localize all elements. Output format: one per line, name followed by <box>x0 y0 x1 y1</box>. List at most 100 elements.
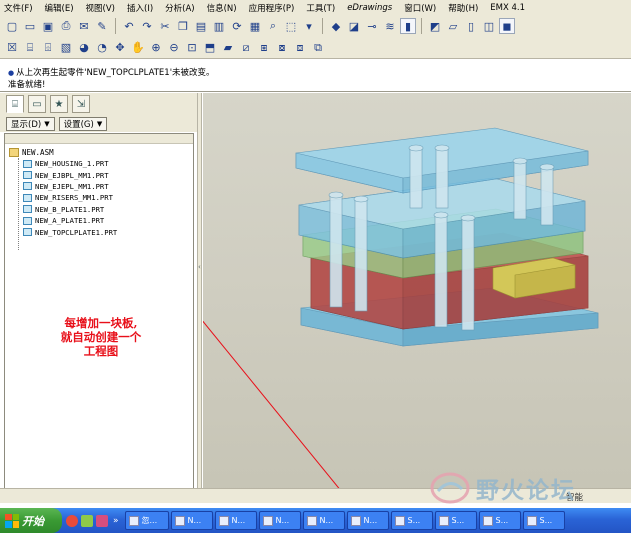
zoom-in-icon[interactable]: ⊕ <box>148 40 164 56</box>
paste-special-icon[interactable]: ▥ <box>211 18 227 34</box>
cut-icon[interactable]: ✂ <box>157 18 173 34</box>
model-tree-header <box>5 134 193 144</box>
tree-item-label: NEW_B_PLATE1.PRT <box>35 204 105 214</box>
taskbar-button[interactable]: N... <box>346 511 389 530</box>
tree-item[interactable]: NEW_EJEPL_MM1.PRT <box>23 181 117 192</box>
tab-favorites-icon[interactable]: ★ <box>50 95 68 113</box>
quick-launch-app-icon[interactable] <box>96 514 108 527</box>
tree-item[interactable]: NEW_HOUSING_1.PRT <box>23 158 117 169</box>
datum-points-icon[interactable]: ⧆ <box>256 40 272 56</box>
menu-applications[interactable]: 应用程序(P) <box>249 2 295 14</box>
taskbar-button[interactable]: S... <box>390 511 433 530</box>
quick-launch-app-icon[interactable] <box>66 514 78 527</box>
shading-icon[interactable]: ◼ <box>499 18 515 34</box>
menu-insert[interactable]: 插入(I) <box>127 2 153 14</box>
taskbar-button[interactable]: N... <box>214 511 257 530</box>
menu-edrawings[interactable]: eDrawings <box>347 3 392 13</box>
appearance-icon[interactable]: ▧ <box>58 40 74 56</box>
reorient-icon[interactable]: ⬒ <box>202 40 218 56</box>
menu-info[interactable]: 信息(N) <box>207 2 237 14</box>
color-wheel-icon[interactable]: ◕ <box>76 40 92 56</box>
repaint-icon[interactable]: ◔ <box>94 40 110 56</box>
color-palette-icon[interactable]: ▮ <box>400 18 416 34</box>
taskbar-button-label: N... <box>187 516 202 525</box>
menu-view[interactable]: 视图(V) <box>86 2 115 14</box>
model-tree-icon[interactable]: ⌸ <box>22 40 38 56</box>
menu-file[interactable]: 文件(F) <box>4 2 33 14</box>
annotation-display-icon[interactable]: ⧉ <box>310 40 326 56</box>
regenerate-icon[interactable]: ⟳ <box>229 18 245 34</box>
coordinate-systems-icon[interactable]: ⧇ <box>274 40 290 56</box>
settings-dropdown[interactable]: 设置(G) ▼ <box>58 116 108 131</box>
select-box-icon[interactable]: ⬚ <box>283 18 299 34</box>
spin-center-icon[interactable]: ✥ <box>112 40 128 56</box>
open-folder-icon[interactable]: ▭ <box>22 18 38 34</box>
start-button[interactable]: 开始 <box>0 508 62 533</box>
menu-analysis[interactable]: 分析(A) <box>165 2 194 14</box>
window-icon <box>218 515 229 526</box>
datum-axes-icon[interactable]: ⧄ <box>238 40 254 56</box>
layer-tree-icon[interactable]: ⌹ <box>40 40 56 56</box>
window-icon <box>394 515 405 526</box>
email-icon[interactable]: ✉ <box>76 18 92 34</box>
redo-icon[interactable]: ↷ <box>139 18 155 34</box>
message-line-2: 准备就绪! <box>8 80 46 90</box>
saved-orientation-icon[interactable]: ◩ <box>427 18 443 34</box>
menu-tools[interactable]: 工具(T) <box>306 2 335 14</box>
view-manager-icon[interactable]: ⧈ <box>292 40 308 56</box>
pan-hand-icon[interactable]: ✋ <box>130 40 146 56</box>
taskbar-button[interactable]: S... <box>478 511 521 530</box>
menu-emx[interactable]: EMX 4.1 <box>490 3 525 13</box>
tree-item[interactable]: NEW_RISERS_MM1.PRT <box>23 192 117 203</box>
refit-icon[interactable]: ⊡ <box>184 40 200 56</box>
paste-icon[interactable]: ▤ <box>193 18 209 34</box>
tree-root-label: NEW.ASM <box>22 148 54 157</box>
quick-launch-app-icon[interactable] <box>81 514 93 527</box>
sketch-icon[interactable]: ◪ <box>346 18 362 34</box>
tree-item[interactable]: NEW_TOPCLPLATE1.PRT <box>23 226 117 237</box>
menu-window[interactable]: 窗口(W) <box>404 2 436 14</box>
edrawings-icon[interactable]: ◆ <box>328 18 344 34</box>
close-window-icon[interactable]: ☒ <box>4 40 20 56</box>
taskbar-button[interactable]: S... <box>522 511 565 530</box>
print-icon[interactable]: ⎙ <box>58 18 74 34</box>
taskbar-button[interactable]: N... <box>258 511 301 530</box>
tab-model-tree-icon[interactable]: ⌸ <box>6 95 24 113</box>
tree-item[interactable]: NEW_B_PLATE1.PRT <box>23 204 117 215</box>
undo-icon[interactable]: ↶ <box>121 18 137 34</box>
copy-icon[interactable]: ❐ <box>175 18 191 34</box>
find-icon[interactable]: ⌕ <box>265 18 281 34</box>
zoom-out-icon[interactable]: ⊖ <box>166 40 182 56</box>
graphics-window[interactable] <box>203 93 631 503</box>
tab-folder-browser-icon[interactable]: ▭ <box>28 95 46 113</box>
tree-item[interactable]: NEW_A_PLATE1.PRT <box>23 215 117 226</box>
menu-edit[interactable]: 编辑(E) <box>45 2 74 14</box>
hidden-line-icon[interactable]: ▯ <box>463 18 479 34</box>
dropdown-arrow-icon[interactable]: ▾ <box>301 18 317 34</box>
display-dropdown[interactable]: 显示(D) ▼ <box>6 116 55 131</box>
chevron-right-icon[interactable]: » <box>111 516 121 526</box>
start-label: 开始 <box>22 514 44 528</box>
tree-item[interactable]: NEW_EJBPL_MM1.PRT <box>23 169 117 180</box>
taskbar-button[interactable]: 忽... <box>124 511 169 530</box>
connector-icon[interactable]: ⊸ <box>364 18 380 34</box>
taskbar-button[interactable]: N... <box>170 511 213 530</box>
wireframe-icon[interactable]: ▱ <box>445 18 461 34</box>
datum-planes-icon[interactable]: ▰ <box>220 40 236 56</box>
taskbar-button[interactable]: N... <box>302 511 345 530</box>
navigator-tabs: ⌸ ▭ ★ ⇲ <box>0 93 198 115</box>
taskbar-button-label: S... <box>451 516 465 525</box>
menu-help[interactable]: 帮助(H) <box>448 2 478 14</box>
panel-splitter[interactable]: ‹ <box>197 93 202 503</box>
watermark-logo <box>430 472 470 504</box>
save-icon[interactable]: ▣ <box>40 18 56 34</box>
no-hidden-icon[interactable]: ◫ <box>481 18 497 34</box>
tab-connections-icon[interactable]: ⇲ <box>72 95 90 113</box>
regen-manager-icon[interactable]: ▦ <box>247 18 263 34</box>
tree-root[interactable]: NEW.ASM <box>9 148 54 157</box>
taskbar-button[interactable]: S... <box>434 511 477 530</box>
new-file-icon[interactable]: ▢ <box>4 18 20 34</box>
splitter-arrow-icon[interactable]: ‹ <box>198 263 201 273</box>
email-link-icon[interactable]: ✎ <box>94 18 110 34</box>
layers-icon[interactable]: ≋ <box>382 18 398 34</box>
